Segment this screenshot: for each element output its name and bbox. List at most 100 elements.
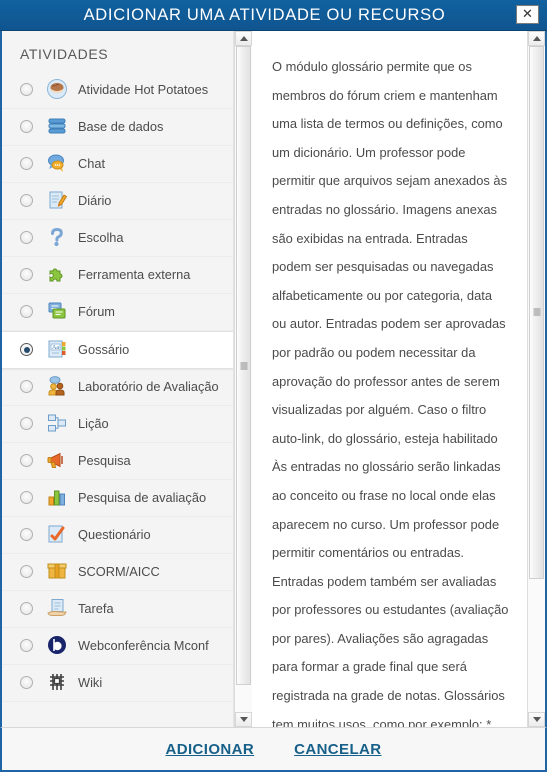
description-scroll-down-button[interactable] (528, 712, 545, 727)
activities-scroll-thumb[interactable] (236, 46, 251, 686)
chevron-up-icon (532, 36, 541, 41)
activity-radio[interactable] (20, 565, 33, 578)
mconf-logo-icon (46, 634, 68, 656)
activity-label: Webconferência Mconf (78, 638, 209, 653)
activities-scroll-viewport: ATIVIDADES Atividade Hot Potatoes Base de… (2, 31, 233, 727)
activity-radio[interactable] (20, 305, 33, 318)
puzzle-piece-icon (46, 263, 68, 285)
assignment-hand-icon (46, 597, 68, 619)
activity-item[interactable]: Questionário (2, 517, 233, 554)
close-icon: ✕ (522, 7, 533, 22)
activity-label: Tarefa (78, 601, 114, 616)
close-button[interactable]: ✕ (516, 5, 539, 24)
activity-label: Wiki (78, 675, 103, 690)
wiki-icon (46, 671, 68, 693)
activity-item[interactable]: Laboratório de Avaliação (2, 369, 233, 406)
activity-item[interactable]: Ferramenta externa (2, 257, 233, 294)
add-button[interactable]: ADICIONAR (166, 741, 255, 758)
activities-scroll-track[interactable] (235, 46, 252, 712)
activity-radio[interactable] (20, 157, 33, 170)
dialog-footer: ADICIONAR CANCELAR (0, 727, 547, 772)
workshop-people-icon (46, 375, 68, 397)
activity-item[interactable]: SCORM/AICC (2, 554, 233, 591)
activity-item[interactable]: Wiki (2, 665, 233, 702)
activity-label: Ferramenta externa (78, 267, 191, 282)
megaphone-icon (46, 449, 68, 471)
description-scroll-up-button[interactable] (528, 31, 545, 46)
bar-chart-icon (46, 486, 68, 508)
activity-label: Pesquisa de avaliação (78, 490, 207, 505)
activity-radio[interactable] (20, 417, 33, 430)
svg-text:Aa: Aa (52, 345, 59, 351)
activities-section-title: ATIVIDADES (20, 46, 109, 62)
activity-item[interactable]: Pesquisa (2, 443, 233, 480)
quiz-checkmark-icon (46, 523, 68, 545)
activity-item[interactable]: Tarefa (2, 591, 233, 628)
activity-item[interactable]: Atividade Hot Potatoes (2, 72, 233, 109)
lesson-flowchart-icon (46, 412, 68, 434)
dialog-titlebar: ADICIONAR UMA ATIVIDADE OU RECURSO ✕ (0, 0, 547, 31)
activity-item[interactable]: Lição (2, 406, 233, 443)
activities-scrollbar[interactable] (234, 31, 252, 727)
activity-item[interactable]: Fórum (2, 294, 233, 331)
activities-scroll-down-button[interactable] (235, 712, 252, 727)
chevron-up-icon (239, 36, 248, 41)
activity-label: Lição (78, 416, 109, 431)
activity-item[interactable]: Webconferência Mconf (2, 628, 233, 665)
activity-radio[interactable] (20, 268, 33, 281)
activity-item[interactable]: Diário (2, 183, 233, 220)
description-scrollbar[interactable] (527, 31, 545, 727)
description-scroll-thumb[interactable] (529, 46, 544, 579)
chat-bubble-icon (46, 152, 68, 174)
scroll-grip-icon (240, 362, 247, 370)
activity-item[interactable]: Base de dados (2, 109, 233, 146)
activity-label: Laboratório de Avaliação (78, 379, 219, 394)
activity-label: Diário (78, 193, 112, 208)
activity-radio[interactable] (20, 380, 33, 393)
description-scroll-viewport: O módulo glossário permite que os membro… (252, 31, 527, 727)
dialog-body: ATIVIDADES Atividade Hot Potatoes Base de… (0, 31, 547, 727)
activity-label: Chat (78, 156, 106, 171)
database-icon (46, 115, 68, 137)
forum-icon (46, 300, 68, 322)
activity-label: Gossário (78, 342, 130, 357)
activity-radio[interactable] (20, 639, 33, 652)
description-panel: O módulo glossário permite que os membro… (252, 31, 545, 727)
activity-label: Escolha (78, 230, 124, 245)
activity-radio[interactable] (20, 602, 33, 615)
activity-label: Fórum (78, 304, 115, 319)
activity-radio[interactable] (20, 454, 33, 467)
activity-radio[interactable] (20, 343, 33, 356)
activity-label: SCORM/AICC (78, 564, 160, 579)
activity-radio[interactable] (20, 120, 33, 133)
cancel-button[interactable]: CANCELAR (294, 741, 381, 758)
activity-radio[interactable] (20, 676, 33, 689)
dialog-title: ADICIONAR UMA ATIVIDADE OU RECURSO (83, 5, 446, 24)
activities-panel: ATIVIDADES Atividade Hot Potatoes Base de… (2, 31, 234, 727)
description-text: O módulo glossário permite que os membro… (272, 59, 509, 727)
activity-label: Base de dados (78, 119, 164, 134)
activity-item[interactable]: Chat (2, 146, 233, 183)
add-activity-dialog: ADICIONAR UMA ATIVIDADE OU RECURSO ✕ ATI… (0, 0, 547, 772)
activity-radio[interactable] (20, 491, 33, 504)
activities-list: Atividade Hot Potatoes Base de dados Chat D… (2, 72, 233, 702)
activity-radio[interactable] (20, 194, 33, 207)
glossary-book-icon: Aa (46, 338, 68, 360)
activity-label: Questionário (78, 527, 151, 542)
description-scroll-track[interactable] (528, 46, 545, 712)
activity-item[interactable]: Pesquisa de avaliação (2, 480, 233, 517)
activity-radio[interactable] (20, 231, 33, 244)
activity-item[interactable]: Aa Gossário (2, 331, 233, 369)
activity-item[interactable]: Escolha (2, 220, 233, 257)
scorm-package-icon (46, 560, 68, 582)
chevron-down-icon (239, 717, 248, 722)
activities-scroll-up-button[interactable] (235, 31, 252, 46)
hot-potatoes-icon (46, 78, 68, 100)
activity-radio[interactable] (20, 83, 33, 96)
activity-label: Atividade Hot Potatoes (78, 82, 209, 97)
activity-radio[interactable] (20, 528, 33, 541)
chevron-down-icon (532, 717, 541, 722)
scroll-grip-icon (533, 308, 540, 316)
journal-pencil-icon (46, 189, 68, 211)
question-mark-icon (46, 226, 68, 248)
